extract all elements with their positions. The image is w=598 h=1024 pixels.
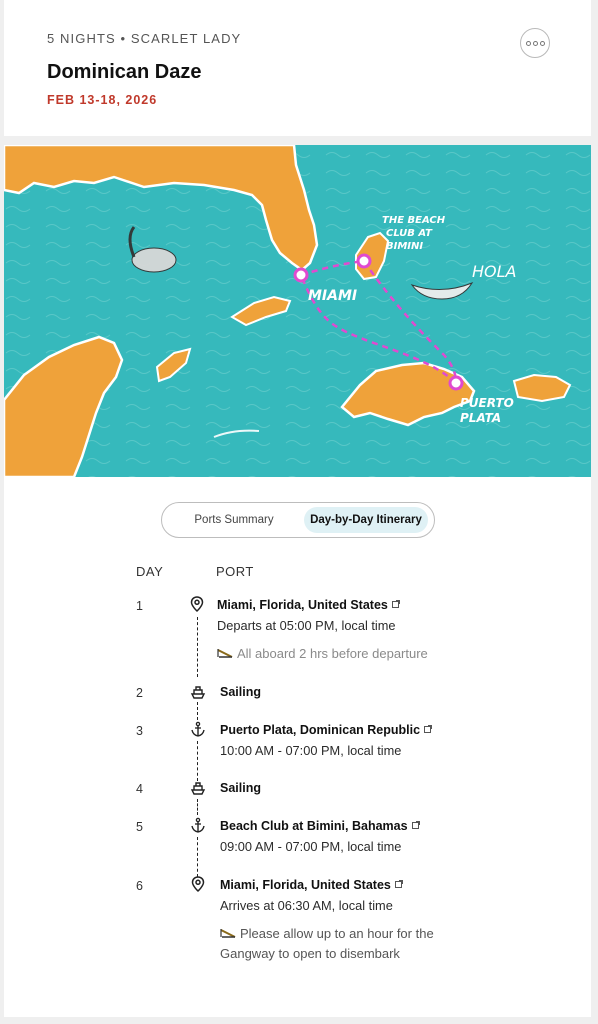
boarding-note: All aboard 2 hrs before departure bbox=[217, 644, 428, 664]
port-link[interactable]: Miami, Florida, United States bbox=[217, 598, 400, 612]
route-map: MIAMI THE BEACH CLUB AT BIMINI HOLA PUER… bbox=[4, 145, 591, 477]
port-time: Departs at 05:00 PM, local time bbox=[217, 618, 396, 633]
route-map-illustration: MIAMI THE BEACH CLUB AT BIMINI HOLA PUER… bbox=[4, 145, 591, 477]
day-number: 4 bbox=[136, 782, 143, 796]
map-label-puerto-1: PUERTO bbox=[460, 396, 514, 410]
port-name: Sailing bbox=[220, 781, 261, 795]
trip-eyebrow: 5 NIGHTS • SCARLET LADY bbox=[47, 31, 242, 46]
day-number: 2 bbox=[136, 686, 143, 700]
port-link[interactable]: Beach Club at Bimini, Bahamas bbox=[220, 819, 420, 833]
trip-title: Dominican Daze bbox=[47, 61, 202, 83]
puerto-plata-marker-icon bbox=[448, 375, 464, 391]
ellipsis-icon bbox=[525, 40, 531, 46]
external-link-icon bbox=[391, 600, 400, 608]
map-label-bimini-1: THE BEACH bbox=[382, 215, 446, 226]
bimini-marker-icon bbox=[356, 253, 372, 269]
gangway-icon bbox=[220, 929, 236, 938]
port-column-header: PORT bbox=[216, 564, 254, 579]
svg-text:CLUB AT: CLUB AT bbox=[386, 228, 433, 239]
day-number: 3 bbox=[136, 724, 143, 738]
trip-dates: FEB 13-18, 2026 bbox=[47, 93, 158, 107]
tab-day-by-day[interactable]: Day-by-Day Itinerary bbox=[304, 507, 428, 533]
svg-text:BIMINI: BIMINI bbox=[386, 241, 423, 252]
map-label-hola: HOLA bbox=[472, 262, 516, 281]
itinerary-view-toggle: Ports Summary Day-by-Day Itinerary bbox=[161, 502, 435, 538]
miami-marker-icon bbox=[293, 267, 309, 283]
gangway-icon bbox=[217, 649, 233, 658]
day-column-header: DAY bbox=[136, 564, 164, 579]
ship-icon bbox=[190, 782, 206, 795]
trip-header: 5 NIGHTS • SCARLET LADY Dominican Daze F… bbox=[4, 0, 591, 136]
tab-ports-summary[interactable]: Ports Summary bbox=[170, 507, 298, 533]
port-link[interactable]: Miami, Florida, United States bbox=[220, 878, 403, 892]
disembark-note: Please allow up to an hour for the Gangwa… bbox=[220, 926, 434, 961]
port-time: 10:00 AM - 07:00 PM, local time bbox=[220, 743, 402, 758]
map-pin-icon bbox=[190, 596, 204, 612]
svg-text:PLATA: PLATA bbox=[460, 411, 501, 425]
itinerary-panel: Ports Summary Day-by-Day Itinerary DAY P… bbox=[4, 477, 591, 1017]
port-link[interactable]: Puerto Plata, Dominican Republic bbox=[220, 723, 433, 737]
timeline-connector bbox=[197, 617, 198, 677]
port-time: Arrives at 06:30 AM, local time bbox=[220, 898, 393, 913]
anchor-icon bbox=[191, 721, 205, 737]
external-link-icon bbox=[411, 821, 420, 829]
ship-icon bbox=[190, 686, 206, 699]
day-number: 5 bbox=[136, 820, 143, 834]
anchor-icon bbox=[191, 817, 205, 833]
day-number: 1 bbox=[136, 599, 143, 613]
external-link-icon bbox=[424, 725, 433, 733]
day-number: 6 bbox=[136, 879, 143, 893]
map-label-miami: MIAMI bbox=[308, 288, 357, 304]
port-name: Sailing bbox=[220, 685, 261, 699]
port-time: 09:00 AM - 07:00 PM, local time bbox=[220, 839, 402, 854]
external-link-icon bbox=[394, 880, 403, 888]
more-options-button[interactable] bbox=[520, 28, 550, 58]
map-pin-icon bbox=[191, 876, 205, 892]
